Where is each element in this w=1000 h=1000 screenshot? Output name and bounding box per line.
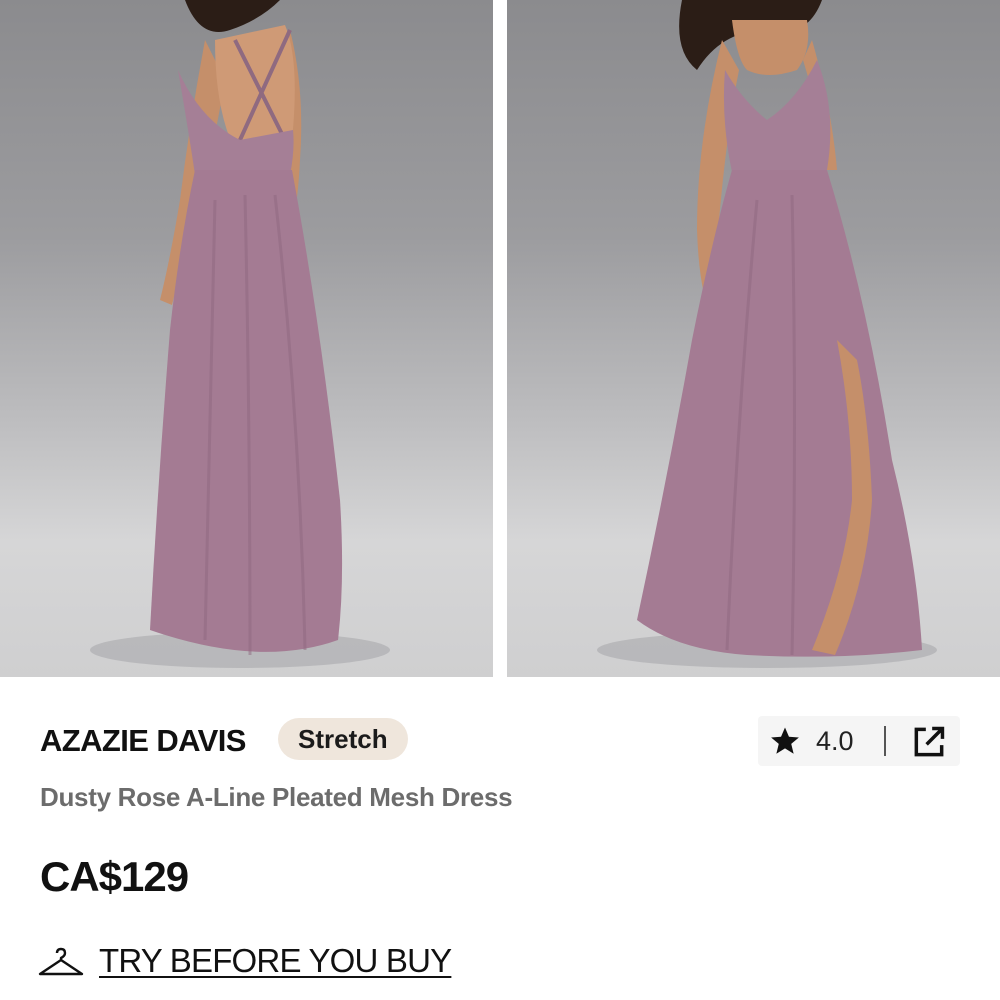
product-image-front[interactable] <box>507 0 1000 677</box>
product-image-back[interactable] <box>0 0 493 677</box>
dress-back-illustration <box>90 0 390 668</box>
rating-share-bar: 4.0 <box>758 716 960 766</box>
try-before-you-buy-link[interactable]: TRY BEFORE YOU BUY <box>99 942 452 980</box>
product-price: CA$129 <box>40 853 189 900</box>
brand-name[interactable]: AZAZIE DAVIS <box>40 723 246 759</box>
hanger-icon <box>38 947 84 976</box>
star-icon <box>771 727 799 754</box>
product-info: AZAZIE DAVIS Stretch 4.0 Dusty Rose A-Li… <box>0 677 1000 1000</box>
product-title: Dusty Rose A-Line Pleated Mesh Dress <box>40 782 513 812</box>
product-image-gallery[interactable] <box>0 0 1000 677</box>
rating-divider <box>884 726 886 756</box>
stretch-tag: Stretch <box>278 718 408 760</box>
rating-value[interactable]: 4.0 <box>816 726 854 757</box>
share-external-icon[interactable] <box>910 723 948 761</box>
dress-front-illustration <box>597 0 937 668</box>
